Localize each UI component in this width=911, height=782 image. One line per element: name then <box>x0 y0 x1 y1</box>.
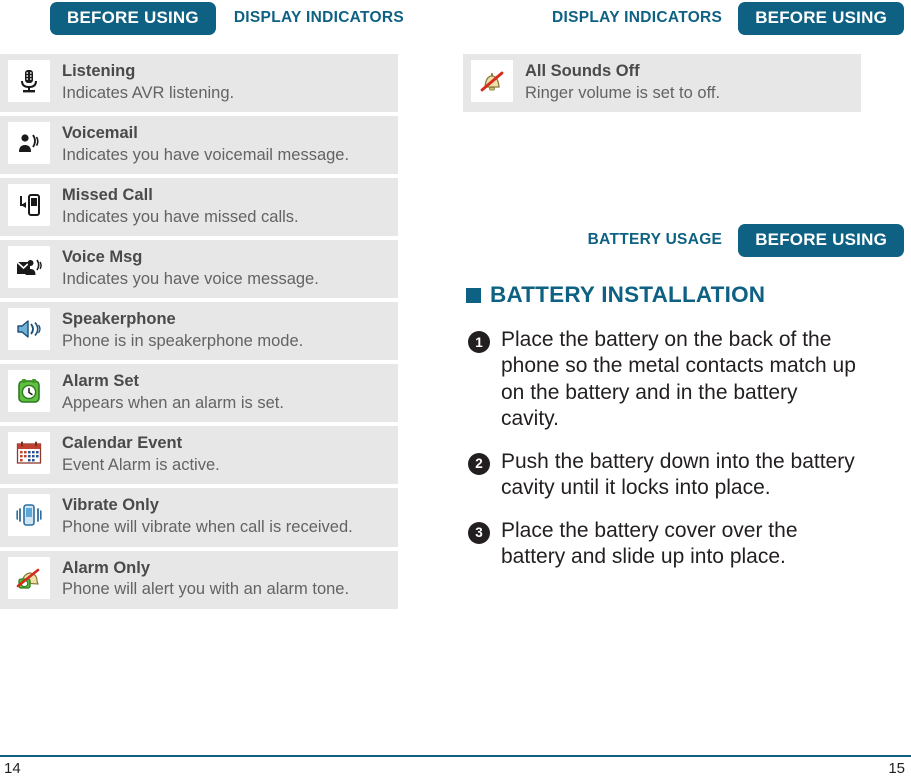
list-item: 1 Place the battery on the back of the p… <box>468 327 868 433</box>
tab-before-using-left[interactable]: BEFORE USING <box>50 1 216 35</box>
voicemail-person-sound-icon <box>8 122 50 165</box>
section-title-battery-installation: BATTERY INSTALLATION <box>466 282 765 308</box>
battery-installation-steps: 1 Place the battery on the back of the p… <box>468 327 868 587</box>
step-number-badge: 2 <box>468 452 490 475</box>
indicator-description: Phone will vibrate when call is received… <box>62 518 353 537</box>
indicator-description: Appears when an alarm is set. <box>62 393 284 412</box>
indicator-title: Listening <box>62 62 136 80</box>
step-text: Push the battery down into the battery c… <box>501 449 855 500</box>
indicator-title: Alarm Only <box>62 558 151 577</box>
list-item: All Sounds Off Ringer volume is set to o… <box>463 54 861 113</box>
tab-display-indicators-left[interactable]: DISPLAY INDICATORS <box>234 9 404 27</box>
step-text: Place the battery cover over the battery… <box>501 518 798 569</box>
indicator-description: Indicates you have voice message. <box>62 269 319 288</box>
manual-page-spread: BEFORE USING DISPLAY INDICATORS Listenin… <box>0 0 911 782</box>
indicator-title: Calendar Event <box>62 434 183 453</box>
list-item: 2 Push the battery down into the battery… <box>468 449 868 502</box>
indicator-title: Alarm Set <box>62 372 140 391</box>
tab-battery-usage[interactable]: BATTERY USAGE <box>588 231 723 249</box>
left-running-head: BEFORE USING DISPLAY INDICATORS <box>0 0 440 36</box>
speakerphone-icon <box>8 308 50 351</box>
section-title-text: BATTERY INSTALLATION <box>490 282 766 307</box>
battery-running-head: BATTERY USAGE BEFORE USING <box>455 222 911 258</box>
indicator-title: Vibrate Only <box>62 496 159 515</box>
indicator-description: Phone will alert you with an alarm tone. <box>62 580 350 599</box>
indicator-title: Speakerphone <box>62 310 176 329</box>
list-item: Listening Indicates AVR listening. <box>0 54 398 113</box>
list-item: Alarm Set Appears when an alarm is set. <box>0 364 398 423</box>
calendar-icon <box>8 432 50 475</box>
indicator-description: Phone is in speakerphone mode. <box>62 331 304 350</box>
vibrate-phone-icon <box>8 494 50 537</box>
page-number-right: 15 <box>888 760 905 777</box>
step-number-badge: 1 <box>468 331 490 353</box>
list-item: Vibrate Only Phone will vibrate when cal… <box>0 488 398 547</box>
indicator-description: Ringer volume is set to off. <box>525 83 721 102</box>
alarm-bell-only-icon <box>8 556 50 599</box>
display-indicator-list-right: All Sounds Off Ringer volume is set to o… <box>463 54 861 116</box>
indicator-title: Voice Msg <box>62 248 143 267</box>
list-item: Calendar Event Event Alarm is active. <box>0 426 398 485</box>
indicator-description: Event Alarm is active. <box>62 456 220 474</box>
left-page: BEFORE USING DISPLAY INDICATORS Listenin… <box>0 0 455 782</box>
display-indicator-list-left: Listening Indicates AVR listening. Voice… <box>0 54 398 613</box>
right-running-head: DISPLAY INDICATORS BEFORE USING <box>455 0 911 36</box>
list-item: Voice Msg Indicates you have voice messa… <box>0 240 398 299</box>
microphone-icon <box>8 60 50 102</box>
square-bullet-icon <box>466 287 481 303</box>
right-page: DISPLAY INDICATORS BEFORE USING All Soun… <box>455 0 911 782</box>
voice-message-envelope-icon <box>8 246 50 289</box>
indicator-description: Indicates AVR listening. <box>62 83 235 102</box>
indicator-title: Missed Call <box>62 186 153 205</box>
step-number-badge: 3 <box>468 521 490 544</box>
list-item: Missed Call Indicates you have missed ca… <box>0 178 398 237</box>
list-item: Speakerphone Phone is in speakerphone mo… <box>0 302 398 361</box>
list-item: Alarm Only Phone will alert you with an … <box>0 550 398 609</box>
tab-display-indicators-right[interactable]: DISPLAY INDICATORS <box>552 9 722 27</box>
indicator-description: Indicates you have voicemail message. <box>62 145 350 164</box>
bell-muted-icon <box>471 60 513 102</box>
indicator-title: Voicemail <box>62 124 138 143</box>
step-text: Place the battery on the back of the pho… <box>501 328 856 431</box>
list-item: 3 Place the battery cover over the batte… <box>468 518 868 571</box>
tab-before-using-right[interactable]: BEFORE USING <box>738 1 904 35</box>
indicator-title: All Sounds Off <box>525 62 640 80</box>
list-item: Voicemail Indicates you have voicemail m… <box>0 116 398 175</box>
missed-call-phone-arrow-icon <box>8 184 50 227</box>
alarm-clock-icon <box>8 370 50 413</box>
footer-divider <box>0 755 911 757</box>
tab-before-using-battery[interactable]: BEFORE USING <box>738 223 904 257</box>
indicator-description: Indicates you have missed calls. <box>62 207 299 226</box>
page-number-left: 14 <box>4 760 21 777</box>
